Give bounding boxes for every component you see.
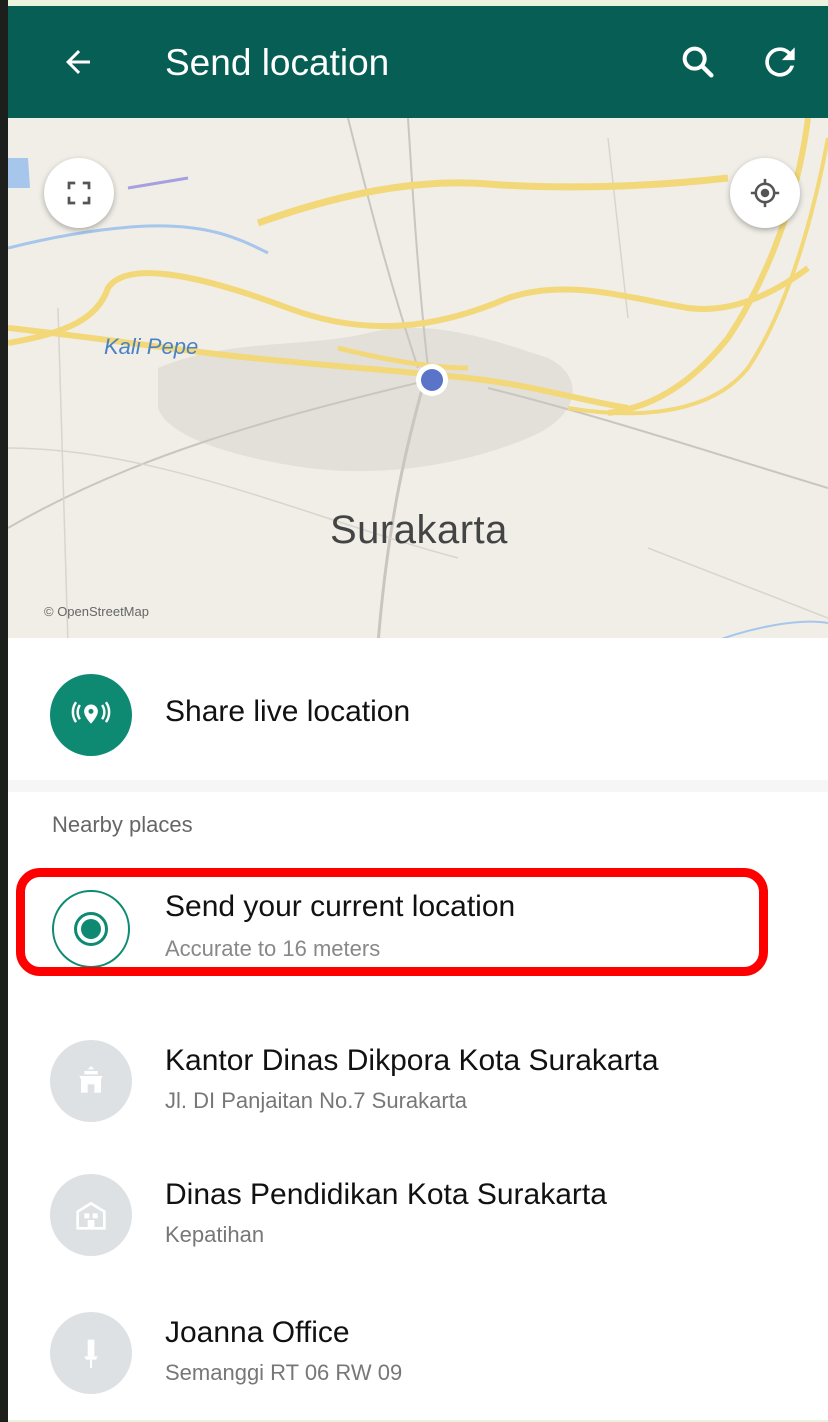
page-title: Send location (165, 42, 390, 83)
map-place-label: Surakarta (330, 508, 508, 552)
app-bar: Send location (8, 6, 828, 118)
search-icon[interactable] (678, 42, 718, 82)
device-frame (0, 0, 8, 1422)
screen: Send location Kali Pepe Surakarta © Open… (8, 6, 828, 1420)
refresh-icon[interactable] (758, 40, 802, 84)
place-row-1[interactable]: Kantor Dinas Dikpora Kota Surakarta Jl. … (8, 1020, 828, 1152)
place-name: Dinas Pendidikan Kota Surakarta (165, 1178, 607, 1211)
place-row-2[interactable]: Dinas Pendidikan Kota Surakarta Kepatiha… (8, 1154, 828, 1286)
share-live-location-row[interactable]: Share live location (8, 638, 828, 781)
divider (8, 780, 828, 792)
place-address: Semanggi RT 06 RW 09 (165, 1360, 403, 1385)
office-icon (50, 1174, 132, 1256)
place-address: Kepatihan (165, 1222, 265, 1247)
live-location-icon (50, 674, 132, 756)
arrow-left-icon[interactable] (50, 34, 106, 90)
map-view[interactable]: Kali Pepe Surakarta © OpenStreetMap (8, 118, 828, 644)
place-address: Jl. DI Panjaitan No.7 Surakarta (165, 1088, 468, 1113)
place-row-3[interactable]: Joanna Office Semanggi RT 06 RW 09 (8, 1292, 828, 1420)
share-live-location-label: Share live location (165, 695, 411, 728)
my-location-button[interactable] (730, 158, 800, 228)
nearby-section-label: Nearby places (52, 812, 193, 837)
pin-icon (50, 1312, 132, 1394)
place-name: Joanna Office (165, 1316, 350, 1349)
map-credit: © OpenStreetMap (44, 604, 149, 619)
highlight-box (16, 868, 768, 976)
map-river-label: Kali Pepe (104, 334, 199, 359)
building-icon (50, 1040, 132, 1122)
my-location-icon (750, 178, 780, 208)
place-name: Kantor Dinas Dikpora Kota Surakarta (165, 1044, 659, 1077)
map-background (8, 118, 828, 644)
fullscreen-icon (67, 181, 91, 205)
fullscreen-button[interactable] (44, 158, 114, 228)
